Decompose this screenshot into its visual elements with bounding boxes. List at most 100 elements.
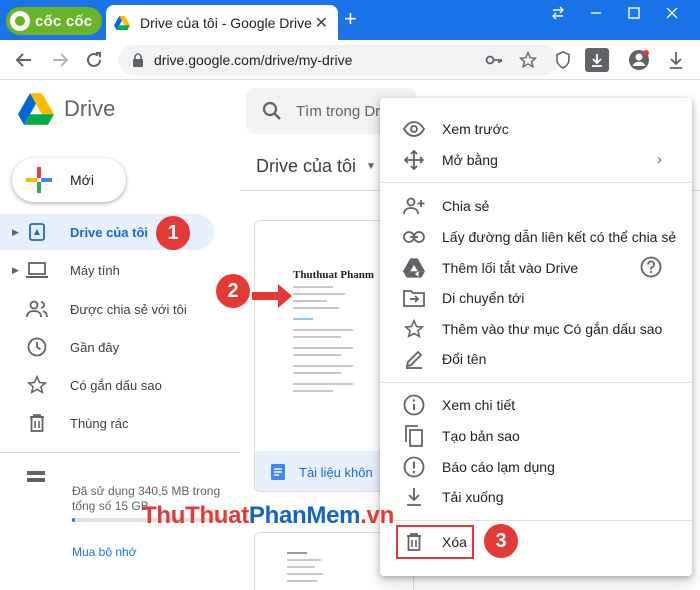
sidebar-item-label: Có gắn dấu sao	[70, 377, 162, 393]
menu-item-open-with[interactable]: Mở bằng ›	[380, 145, 692, 175]
lock-icon	[133, 53, 143, 67]
file-name: Tài liệu khôn	[299, 464, 373, 480]
eye-icon	[402, 117, 426, 141]
menu-item-label: Xem trước	[442, 121, 509, 137]
buy-storage-link[interactable]: Mua bộ nhớ	[72, 545, 137, 559]
breadcrumb-title: Drive của tôi	[256, 156, 357, 176]
menu-item-label: Lấy đường dẫn liên kết có thể chia sẻ	[442, 229, 677, 245]
watermark: ThuThuatPhanMem.vn	[142, 502, 394, 529]
sidebar-item-recent[interactable]: Gần đây	[0, 329, 214, 365]
step-3-badge: 3	[484, 524, 518, 558]
reload-icon[interactable]	[82, 48, 106, 72]
step-2-arrow-icon	[252, 284, 292, 308]
storage-progress-fill	[72, 518, 76, 522]
chevron-right-icon: ›	[657, 151, 662, 168]
sidebar-item-label: Drive của tôi	[70, 224, 149, 240]
my-drive-icon	[26, 221, 48, 243]
tab-google-drive[interactable]: Drive của tôi - Google Drive ✕	[106, 5, 338, 40]
menu-item-report-abuse[interactable]: Báo cáo lạm dụng	[380, 452, 692, 482]
report-icon	[402, 455, 426, 479]
maximize-icon[interactable]	[622, 6, 646, 23]
restore-tabs-icon[interactable]	[546, 6, 570, 24]
close-tab-icon[interactable]: ✕	[315, 13, 328, 33]
coccoc-menu-button[interactable]: cốc cốc	[6, 7, 102, 35]
menu-item-label: Di chuyển tới	[442, 290, 525, 306]
minimize-icon[interactable]	[584, 6, 608, 23]
google-drive-logo-icon	[18, 93, 54, 125]
menu-item-label: Chia sẻ	[442, 198, 490, 214]
star-icon	[26, 374, 48, 396]
menu-separator	[380, 520, 692, 521]
browser-toolbar: drive.google.com/drive/my-drive	[0, 40, 700, 80]
profile-avatar-icon[interactable]	[627, 48, 651, 72]
expand-arrow-icon[interactable]: ▶	[12, 265, 22, 276]
star-outline-icon	[402, 317, 426, 341]
tab-title: Drive của tôi - Google Drive	[140, 14, 312, 31]
sidebar-item-trash[interactable]: Thùng rác	[0, 405, 214, 441]
menu-item-label: Báo cáo lạm dụng	[442, 459, 555, 475]
menu-item-preview[interactable]: Xem trước	[380, 114, 692, 144]
menu-item-label: Thêm vào thư mục Có gắn dấu sao	[442, 321, 663, 337]
menu-item-rename[interactable]: Đổi tên	[380, 344, 692, 374]
menu-item-label: Tạo bản sao	[442, 428, 520, 444]
link-icon	[402, 225, 426, 249]
menu-item-add-shortcut[interactable]: Thêm lối tắt vào Drive	[380, 253, 692, 283]
new-tab-button[interactable]: +	[344, 8, 357, 30]
close-window-icon[interactable]	[660, 6, 684, 23]
sidebar-item-shared[interactable]: Được chia sẻ với tôi	[0, 291, 214, 327]
menu-separator	[380, 182, 692, 183]
key-icon[interactable]	[482, 48, 506, 72]
menu-item-get-link[interactable]: Lấy đường dẫn liên kết có thể chia sẻ	[380, 222, 692, 252]
download-icon	[402, 485, 426, 509]
google-docs-icon	[271, 464, 285, 480]
shield-icon[interactable]	[551, 48, 575, 72]
person-add-icon	[402, 194, 426, 218]
delete-highlight-box	[396, 525, 474, 559]
back-arrow-icon[interactable]	[12, 48, 36, 72]
coccoc-logo-icon	[10, 11, 30, 31]
download-arrow-icon[interactable]	[664, 48, 688, 72]
new-button[interactable]: Mới	[12, 158, 126, 202]
plus-icon	[26, 167, 52, 193]
copy-icon	[402, 424, 426, 448]
expand-arrow-icon[interactable]: ▶	[12, 227, 22, 238]
pencil-icon	[402, 347, 426, 371]
step-2-badge: 2	[216, 274, 250, 308]
menu-item-download[interactable]: Tải xuống	[380, 482, 692, 512]
sidebar-item-label: Gần đây	[70, 339, 120, 355]
move-folder-icon	[402, 286, 426, 310]
forward-arrow-icon[interactable]	[48, 48, 72, 72]
clock-icon	[26, 336, 48, 358]
menu-item-make-copy[interactable]: Tạo bản sao	[380, 421, 692, 451]
sidebar-item-computers[interactable]: ▶ Máy tính	[0, 252, 214, 288]
info-icon	[402, 393, 426, 417]
google-drive-favicon-icon	[114, 15, 130, 30]
menu-item-add-starred[interactable]: Thêm vào thư mục Có gắn dấu sao	[380, 314, 692, 344]
help-icon[interactable]	[640, 256, 662, 283]
browser-brand: cốc cốc	[35, 12, 93, 30]
computer-icon	[26, 259, 48, 281]
sidebar-item-starred[interactable]: Có gắn dấu sao	[0, 367, 214, 403]
menu-item-label: Xem chi tiết	[442, 397, 516, 413]
bookmark-star-icon[interactable]	[516, 48, 540, 72]
menu-item-label: Tải xuống	[442, 489, 504, 505]
storage-icon	[26, 470, 46, 489]
breadcrumb[interactable]: Drive của tôi ▼	[256, 156, 376, 177]
sidebar-item-label: Máy tính	[70, 262, 120, 278]
shared-icon	[26, 298, 48, 320]
sidebar-item-label: Thùng rác	[70, 415, 129, 431]
drive-shortcut-icon	[402, 256, 426, 280]
menu-item-label: Thêm lối tắt vào Drive	[442, 260, 579, 276]
download-manager-icon[interactable]	[585, 48, 609, 72]
menu-item-move-to[interactable]: Di chuyển tới	[380, 283, 692, 313]
menu-item-share[interactable]: Chia sẻ	[380, 191, 692, 221]
move-arrows-icon	[402, 148, 426, 172]
menu-item-details[interactable]: Xem chi tiết	[380, 390, 692, 420]
trash-icon	[26, 412, 48, 434]
drive-logo[interactable]: Drive	[18, 93, 115, 125]
menu-item-label: Mở bằng	[442, 152, 498, 168]
chevron-down-icon: ▼	[366, 161, 376, 172]
context-menu: Xem trước Mở bằng › Chia sẻ Lấy đường dẫ…	[380, 98, 692, 576]
app-name: Drive	[64, 96, 116, 121]
step-1-badge: 1	[156, 216, 190, 250]
